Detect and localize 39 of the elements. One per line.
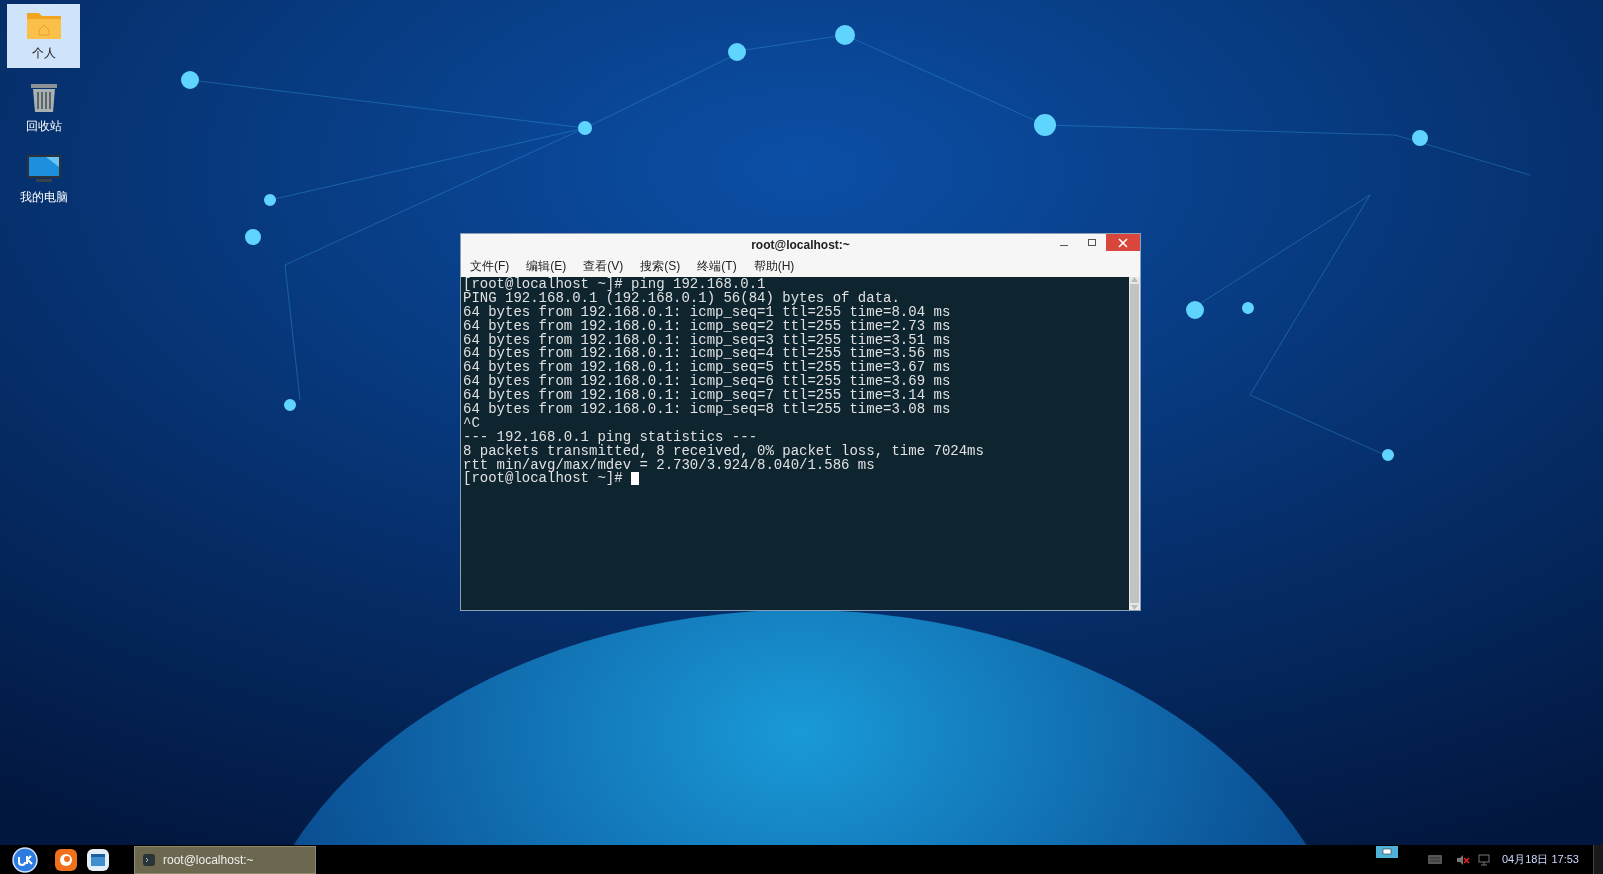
display-icon[interactable]: [1375, 846, 1398, 860]
file-manager-icon[interactable]: [86, 847, 110, 872]
terminal-line: 8 packets transmitted, 8 received, 0% packet loss, time 7024ms: [463, 444, 984, 459]
terminal-line: 64 bytes from 192.168.0.1: icmp_seq=7 ttl=255 time=3.14 ms: [463, 389, 951, 403]
browser-icon[interactable]: [54, 847, 78, 872]
taskbar-button[interactable]: root@localhost:~: [134, 846, 316, 874]
desktop-icon[interactable]: 我的电脑: [7, 148, 80, 212]
terminal-line: 64 bytes from 192.168.0.1: icmp_seq=8 ttl=255 time=3.08 ms: [463, 403, 951, 417]
menu-item[interactable]: 搜索(S): [640, 257, 681, 275]
menu-item[interactable]: 查看(V): [583, 257, 624, 275]
maximize-icon: [1087, 237, 1097, 248]
terminal-line: 64 bytes from 192.168.0.1: icmp_seq=2 ttl=255 time=2.73 ms: [463, 319, 951, 334]
start-menu-icon[interactable]: [12, 846, 38, 873]
close-button[interactable]: [1106, 234, 1140, 251]
monitor-icon: [25, 154, 62, 184]
clock[interactable]: 04月18日 17:53: [1501, 851, 1579, 868]
menu-item[interactable]: 终端(T): [697, 257, 737, 275]
terminal-line: --- 192.168.0.1 ping statistics ---: [463, 430, 758, 445]
scrollbar[interactable]: [1129, 277, 1140, 610]
terminal-cursor: [631, 472, 640, 486]
scroll-thumb[interactable]: [1130, 284, 1139, 603]
menu-item[interactable]: 编辑(E): [526, 257, 567, 275]
terminal-icon: [143, 854, 155, 866]
keyboard-icon[interactable]: [1427, 855, 1442, 864]
window-title: root@localhost:~: [751, 236, 850, 254]
menu-item[interactable]: 帮助(H): [753, 257, 795, 275]
desktop-icon[interactable]: 个人: [7, 4, 80, 68]
terminal-line: [root@localhost ~]#: [463, 472, 623, 487]
volume-muted-icon[interactable]: [1455, 853, 1470, 866]
network-icon[interactable]: [1477, 853, 1490, 866]
terminal-line: PING 192.168.0.1 (192.168.0.1) 56(84) bytes of data.: [463, 291, 900, 306]
terminal-line: 64 bytes from 192.168.0.1: icmp_seq=1 ttl=255 time=8.04 ms: [463, 305, 951, 320]
terminal-line: [root@localhost ~]# ping 192.168.0.1: [463, 278, 766, 292]
terminal-line: ^C: [463, 416, 480, 431]
close-icon: [1118, 237, 1128, 248]
minimize-icon: [1060, 245, 1068, 246]
folder-icon: [25, 10, 62, 40]
menu-item[interactable]: 文件(F): [470, 257, 510, 275]
desktop-icon[interactable]: 回收站: [7, 76, 80, 140]
